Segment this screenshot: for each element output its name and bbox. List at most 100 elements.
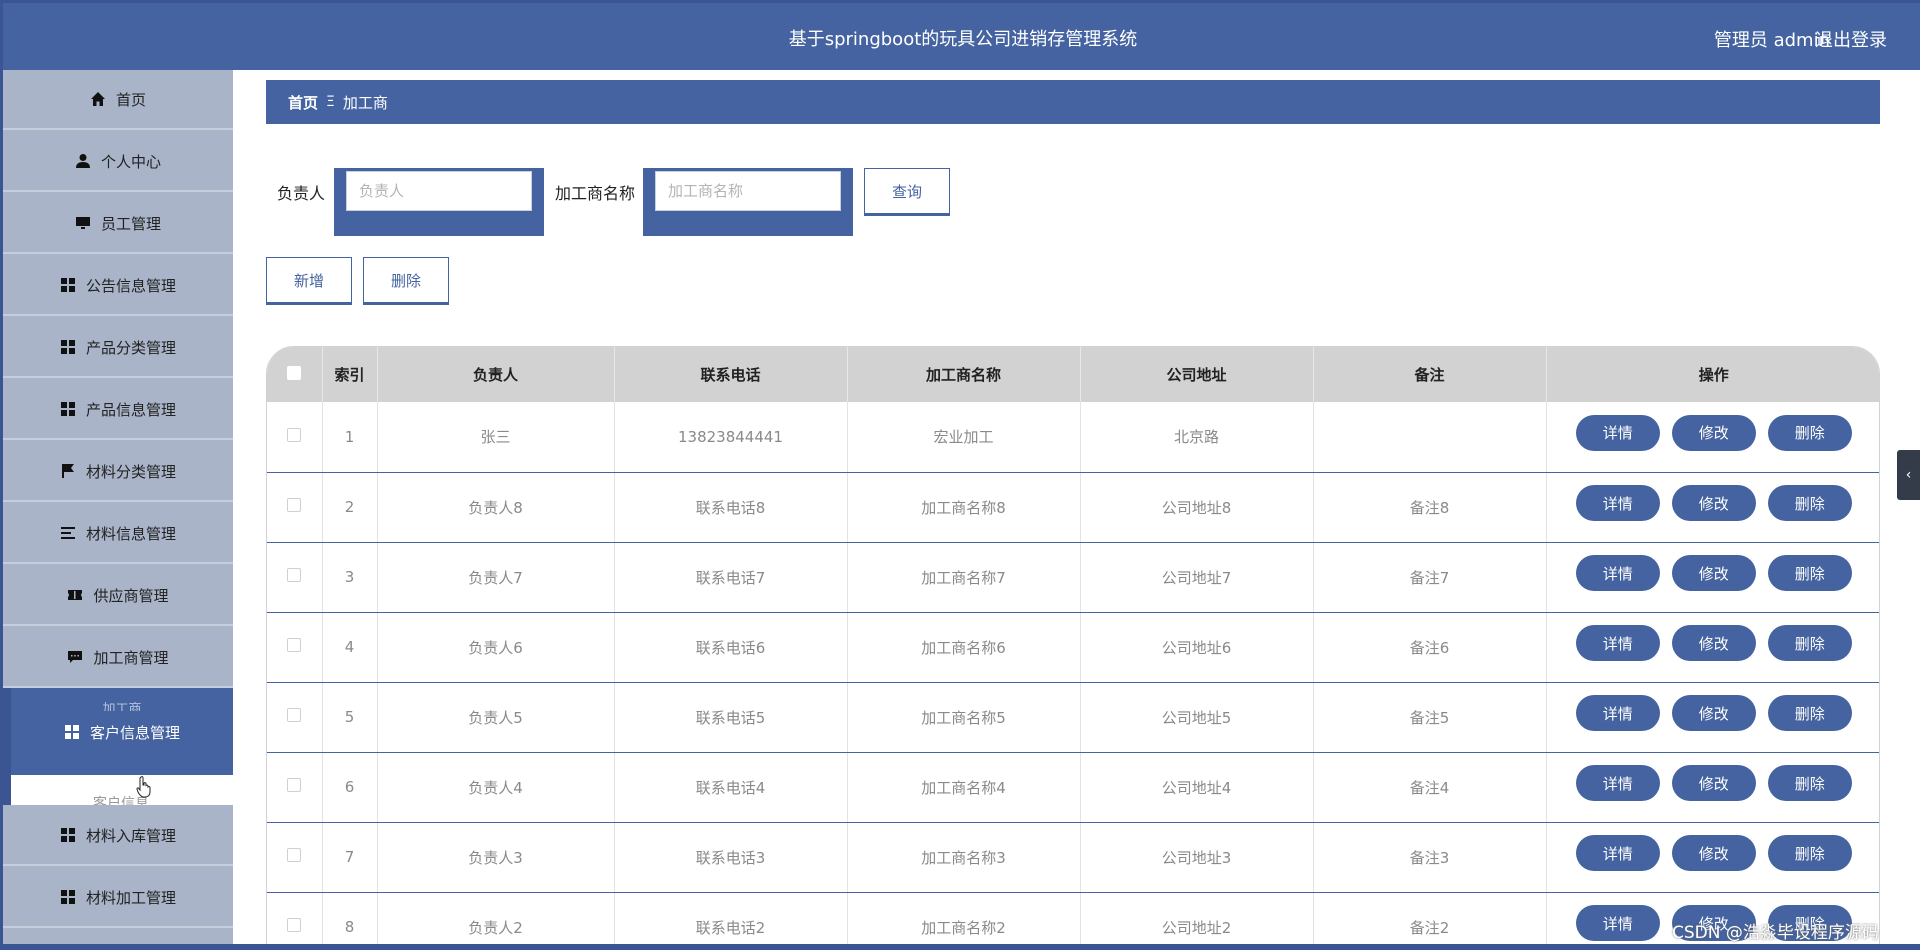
sidebar-item-home[interactable]: 首页 (3, 70, 233, 130)
delete-button[interactable]: 删除 (1767, 765, 1852, 801)
row-checkbox[interactable] (287, 708, 302, 722)
grid-icon (60, 889, 76, 905)
delete-button[interactable]: 删除 (1767, 555, 1852, 591)
cell-processor-name: 加工商名称8 (847, 472, 1081, 543)
table-row: 6 负责人4 联系电话4 加工商名称4 公司地址4 备注4 详情 修改 删除 (267, 752, 1879, 823)
row-checkbox[interactable] (287, 778, 302, 792)
owner-search-input[interactable] (346, 171, 532, 211)
watermark: CSDN @浩淼毕设程序源码 (1672, 923, 1879, 943)
sidebar-item-label: 客户信息管理 (89, 723, 180, 742)
column-header-index[interactable]: 索引 (322, 347, 378, 402)
sidebar-item-staff[interactable]: 员工管理 (3, 194, 233, 254)
search-button[interactable]: 查询 (864, 168, 950, 214)
cell-remark: 备注2 (1313, 892, 1547, 949)
cell-remark: 备注8 (1313, 472, 1547, 543)
cell-index: 6 (322, 752, 378, 823)
edit-button[interactable]: 修改 (1671, 695, 1756, 731)
column-header-processor-name[interactable]: 加工商名称 (847, 347, 1081, 402)
detail-button[interactable]: 详情 (1575, 485, 1660, 521)
cell-actions: 详情 修改 删除 (1546, 752, 1879, 823)
cell-remark: 备注5 (1313, 682, 1547, 753)
cell-owner: 负责人2 (377, 892, 615, 949)
column-header-actions: 操作 (1546, 347, 1879, 402)
sidebar-item-label: 公告信息管理 (85, 276, 176, 295)
grid-icon (64, 724, 80, 740)
table-row: 7 负责人3 联系电话3 加工商名称3 公司地址3 备注3 详情 修改 删除 (267, 822, 1879, 893)
cell-actions: 详情 修改 删除 (1546, 472, 1879, 543)
cell-owner: 张三 (377, 402, 615, 473)
batch-delete-button[interactable]: 删除 (363, 257, 449, 303)
sidebar-item-label: 产品分类管理 (85, 338, 176, 357)
column-header-phone[interactable]: 联系电话 (614, 347, 848, 402)
collapse-panel-tab[interactable]: ‹ (1897, 450, 1920, 500)
cell-remark: 备注7 (1313, 542, 1547, 613)
cell-remark: 备注6 (1313, 612, 1547, 683)
cell-index: 2 (322, 472, 378, 543)
cell-index: 7 (322, 822, 378, 893)
add-button[interactable]: 新增 (266, 257, 352, 303)
cell-actions: 详情 修改 删除 (1546, 402, 1879, 473)
processor-table: 索引 负责人 联系电话 加工商名称 公司地址 备注 操作 1 张三 138238… (266, 346, 1880, 950)
sidebar-item-product-info[interactable]: 产品信息管理 (3, 380, 233, 440)
column-header-address[interactable]: 公司地址 (1080, 347, 1314, 402)
cell-index: 5 (322, 682, 378, 753)
message-icon (67, 649, 83, 665)
cell-address: 公司地址6 (1080, 612, 1314, 683)
delete-button[interactable]: 删除 (1767, 695, 1852, 731)
sidebar-item-label: 个人中心 (100, 152, 161, 171)
sidebar-item-material-inbound[interactable]: 材料入库管理 (3, 806, 233, 866)
sidebar-subitem-customer-info[interactable]: 客户信息 (3, 775, 233, 805)
row-checkbox[interactable] (287, 427, 302, 442)
select-all-checkbox[interactable] (287, 365, 302, 380)
grid-icon (60, 277, 76, 293)
cell-phone: 13823844441 (614, 402, 848, 473)
edit-button[interactable]: 修改 (1671, 835, 1756, 871)
edit-button[interactable]: 修改 (1671, 555, 1756, 591)
cell-owner: 负责人3 (377, 822, 615, 893)
processor-name-search-input[interactable] (655, 171, 841, 211)
breadcrumb-home[interactable]: 首页 (288, 92, 318, 113)
delete-button[interactable]: 删除 (1767, 485, 1852, 521)
sidebar-item-product-category[interactable]: 产品分类管理 (3, 318, 233, 378)
detail-button[interactable]: 详情 (1575, 625, 1660, 661)
bottom-scrollbar[interactable] (0, 944, 1920, 950)
edit-button[interactable]: 修改 (1671, 414, 1756, 451)
row-checkbox[interactable] (287, 568, 302, 582)
delete-button[interactable]: 删除 (1767, 625, 1852, 661)
column-header-remark[interactable]: 备注 (1313, 347, 1547, 402)
edit-button[interactable]: 修改 (1671, 765, 1756, 801)
cell-phone: 联系电话6 (614, 612, 848, 683)
row-checkbox[interactable] (287, 918, 302, 932)
sidebar-item-processor[interactable]: 加工商管理 (3, 628, 233, 688)
delete-button[interactable]: 删除 (1767, 414, 1852, 451)
detail-button[interactable]: 详情 (1575, 695, 1660, 731)
column-header-owner[interactable]: 负责人 (377, 347, 615, 402)
logout-link[interactable]: 退出登录 (1815, 26, 1887, 52)
sidebar-item-customer[interactable]: 加工商 客户信息管理 (3, 688, 233, 776)
row-checkbox[interactable] (287, 498, 302, 512)
sidebar-item-material-info[interactable]: 材料信息管理 (3, 504, 233, 564)
edit-button[interactable]: 修改 (1671, 485, 1756, 521)
table-row: 4 负责人6 联系电话6 加工商名称6 公司地址6 备注6 详情 修改 删除 (267, 612, 1879, 683)
cell-processor-name: 宏业加工 (847, 402, 1081, 473)
delete-button[interactable]: 删除 (1767, 835, 1852, 871)
row-checkbox[interactable] (287, 638, 302, 652)
cell-phone: 联系电话4 (614, 752, 848, 823)
row-checkbox[interactable] (287, 848, 302, 862)
edit-button[interactable]: 修改 (1671, 625, 1756, 661)
detail-button[interactable]: 详情 (1575, 414, 1660, 451)
detail-button[interactable]: 详情 (1575, 555, 1660, 591)
detail-button[interactable]: 详情 (1575, 905, 1660, 941)
sidebar-item-notice[interactable]: 公告信息管理 (3, 256, 233, 316)
cell-actions: 详情 修改 删除 (1546, 682, 1879, 753)
sidebar-item-material-processing[interactable]: 材料加工管理 (3, 868, 233, 928)
sidebar-item-personal-center[interactable]: 个人中心 (3, 132, 233, 192)
cell-processor-name: 加工商名称3 (847, 822, 1081, 893)
table-row: 1 张三 13823844441 宏业加工 北京路 详情 修改 删除 (267, 402, 1879, 473)
sidebar-item-material-category[interactable]: 材料分类管理 (3, 442, 233, 502)
list-icon (60, 525, 76, 541)
cell-remark: 备注4 (1313, 752, 1547, 823)
sidebar-item-supplier[interactable]: 供应商管理 (3, 566, 233, 626)
detail-button[interactable]: 详情 (1575, 765, 1660, 801)
detail-button[interactable]: 详情 (1575, 835, 1660, 871)
